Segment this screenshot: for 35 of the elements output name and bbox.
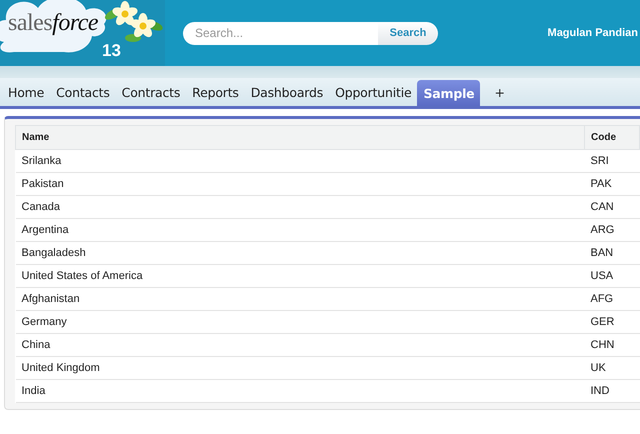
table-cell: United States of America	[16, 264, 584, 288]
table-cell: USA	[584, 264, 640, 288]
logo-wordmark: salesforce	[8, 10, 98, 37]
table-cell: BAN	[584, 242, 640, 264]
table-cell: Afghanistan	[16, 288, 584, 310]
table-cell: Germany	[16, 310, 584, 334]
table-cell: PAK	[584, 172, 640, 196]
nav-tab[interactable]: +	[488, 78, 511, 106]
release-number: 13	[102, 42, 121, 59]
column-header: Name	[16, 126, 584, 150]
nav-tab[interactable]: Reports	[186, 78, 245, 106]
table-cell: IND	[584, 380, 640, 402]
table-cell: CHN	[584, 334, 640, 356]
table-cell: GER	[584, 310, 640, 334]
table-cell: India	[16, 380, 584, 402]
nav-tab[interactable]: Dashboards	[244, 78, 330, 106]
table-cell: CAN	[584, 196, 640, 218]
table-cell: AFG	[584, 288, 640, 310]
table-cell: Argentina	[16, 218, 584, 242]
table-cell: Canada	[16, 196, 584, 218]
nav-tab[interactable]: Contacts	[50, 78, 116, 106]
table-cell: UK	[584, 356, 640, 380]
nav-tab[interactable]: Home	[2, 78, 50, 106]
column-header: Code	[584, 126, 640, 150]
nav-tab[interactable]: Opportunitie	[329, 78, 418, 106]
table-cell: Bangaladesh	[16, 242, 584, 264]
table-cell: Pakistan	[16, 172, 584, 196]
table-cell: ARG	[584, 218, 640, 242]
table-cell: SRI	[584, 150, 640, 172]
table-cell: China	[16, 334, 584, 356]
nav-tab[interactable]: Contracts	[116, 78, 186, 106]
nav-tab[interactable]: Sample	[417, 80, 480, 106]
table-cell: Srilanka	[16, 150, 584, 172]
search-field[interactable]: Search...	[183, 22, 378, 44]
table-cell: United Kingdom	[16, 356, 584, 380]
